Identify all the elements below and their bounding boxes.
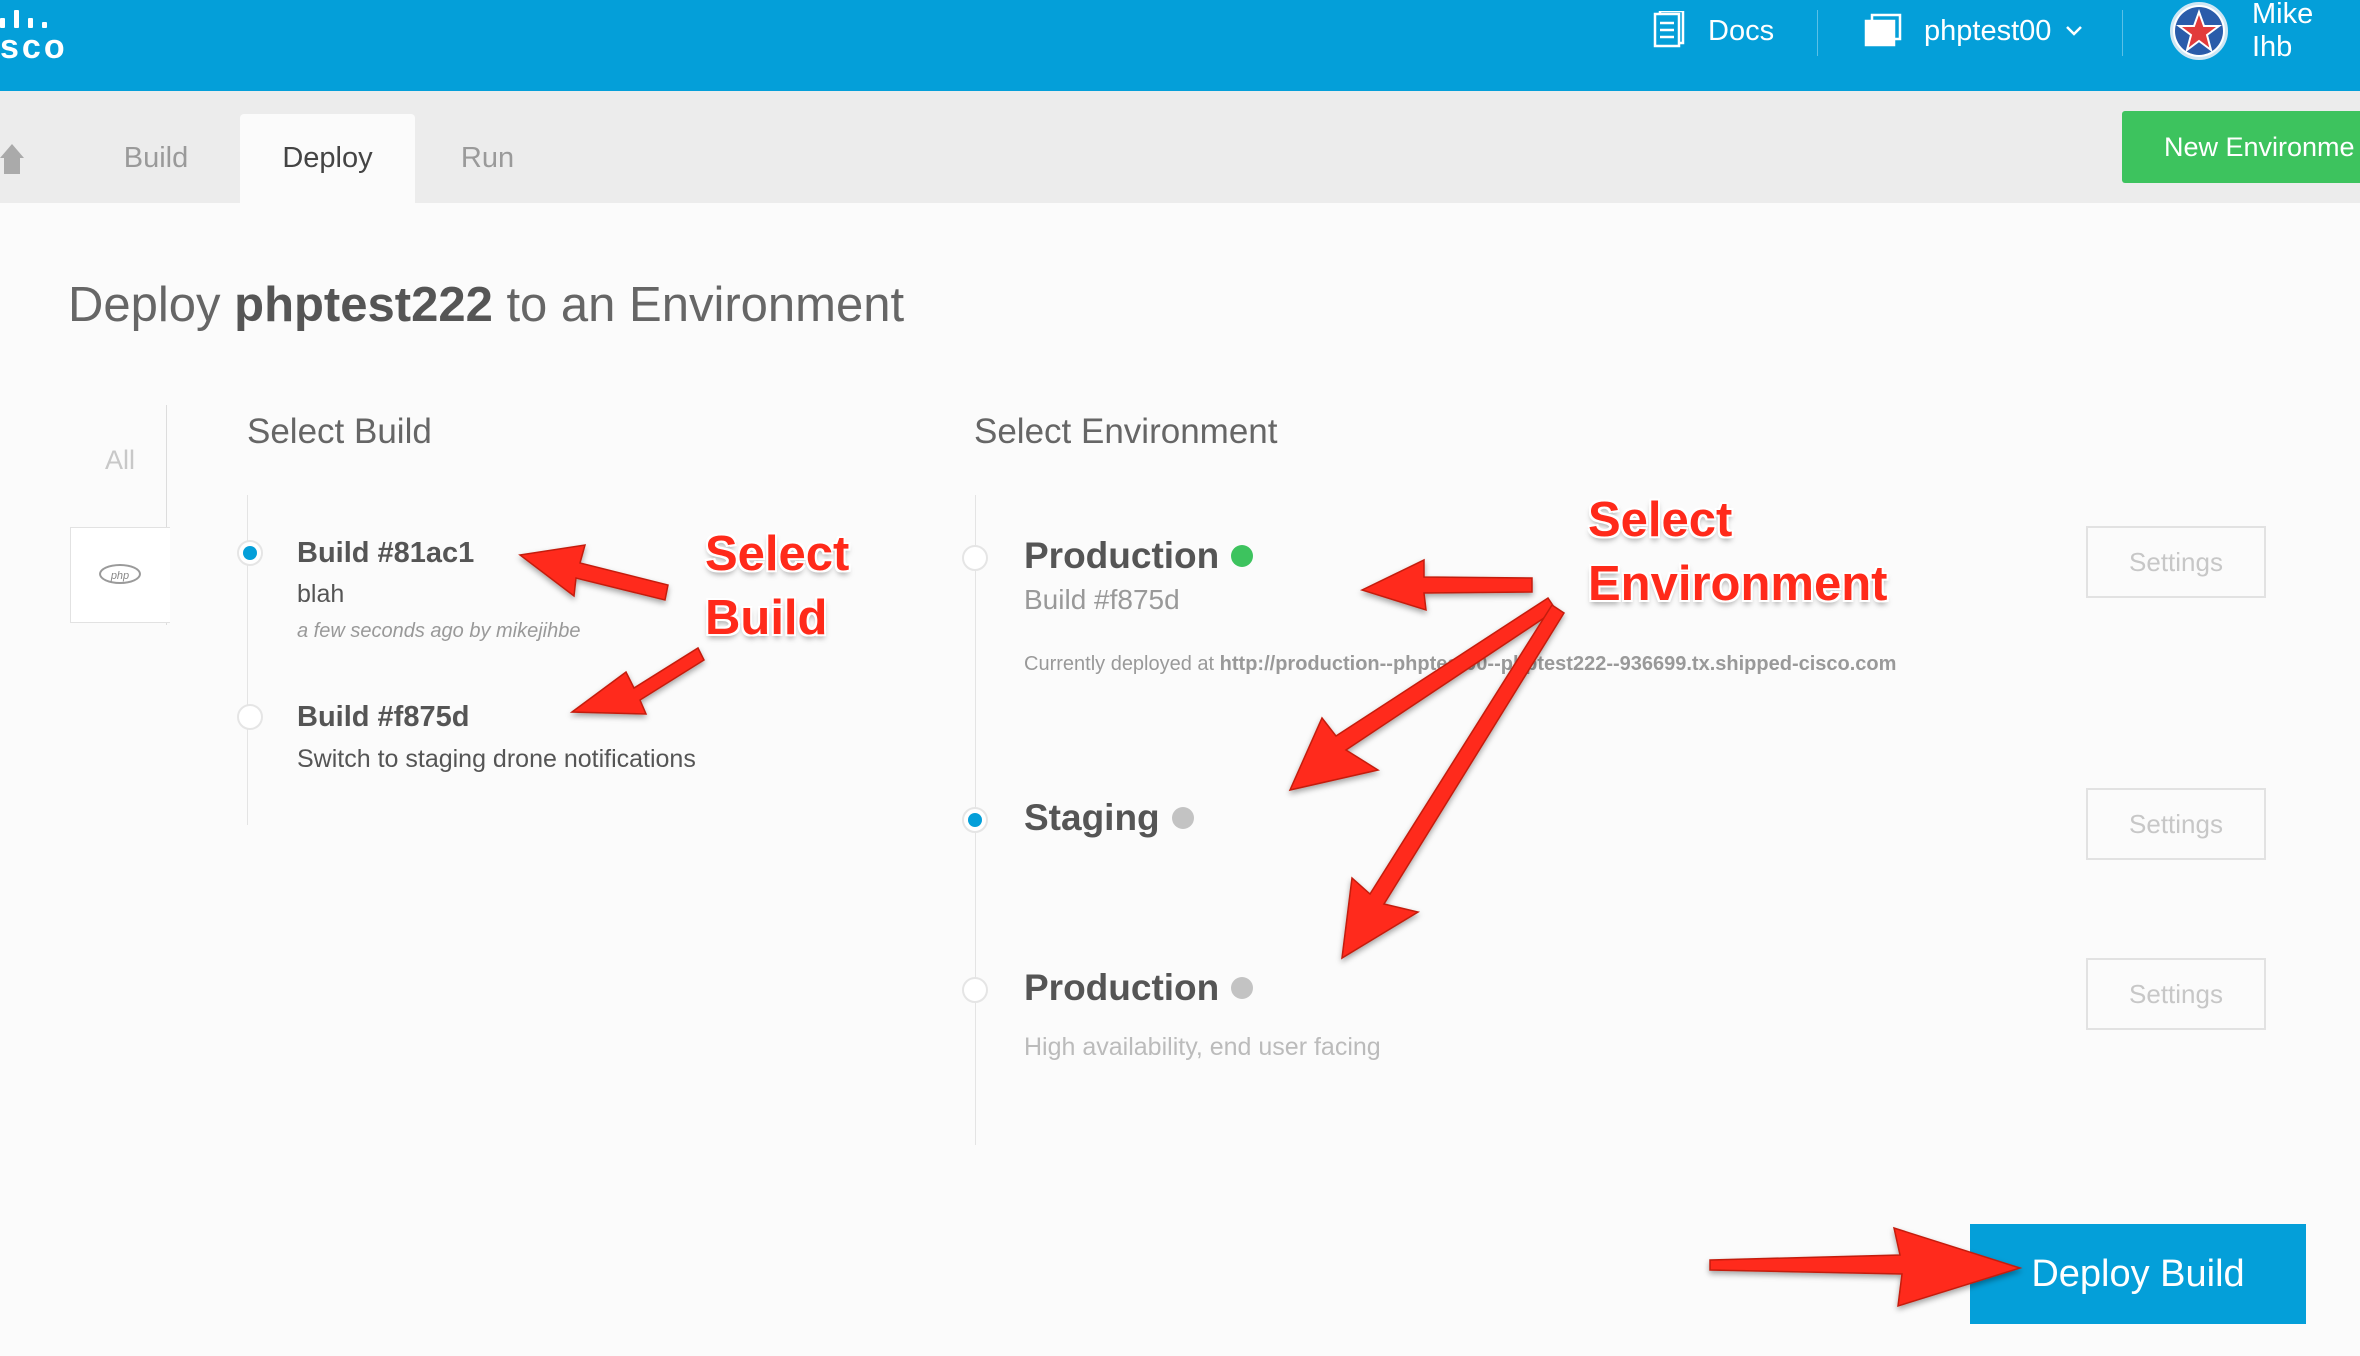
annotation-text: Select [705,527,850,581]
arrow-shape [1359,558,1533,612]
annotation-select-build: Select Build [705,522,849,650]
annotation-text: Select [1588,493,1733,547]
annotation-arrows [518,544,2023,1308]
arrow-shape [1288,596,1558,792]
annotation-text: Environment [1588,557,1888,611]
arrow-shape [1709,1226,2023,1308]
arrow-shape [518,544,669,601]
arrow-shape [1341,603,1566,960]
annotation-text: Build [705,591,828,645]
arrow-shape [569,646,705,715]
annotation-select-environment: Select Environment [1588,488,1887,616]
